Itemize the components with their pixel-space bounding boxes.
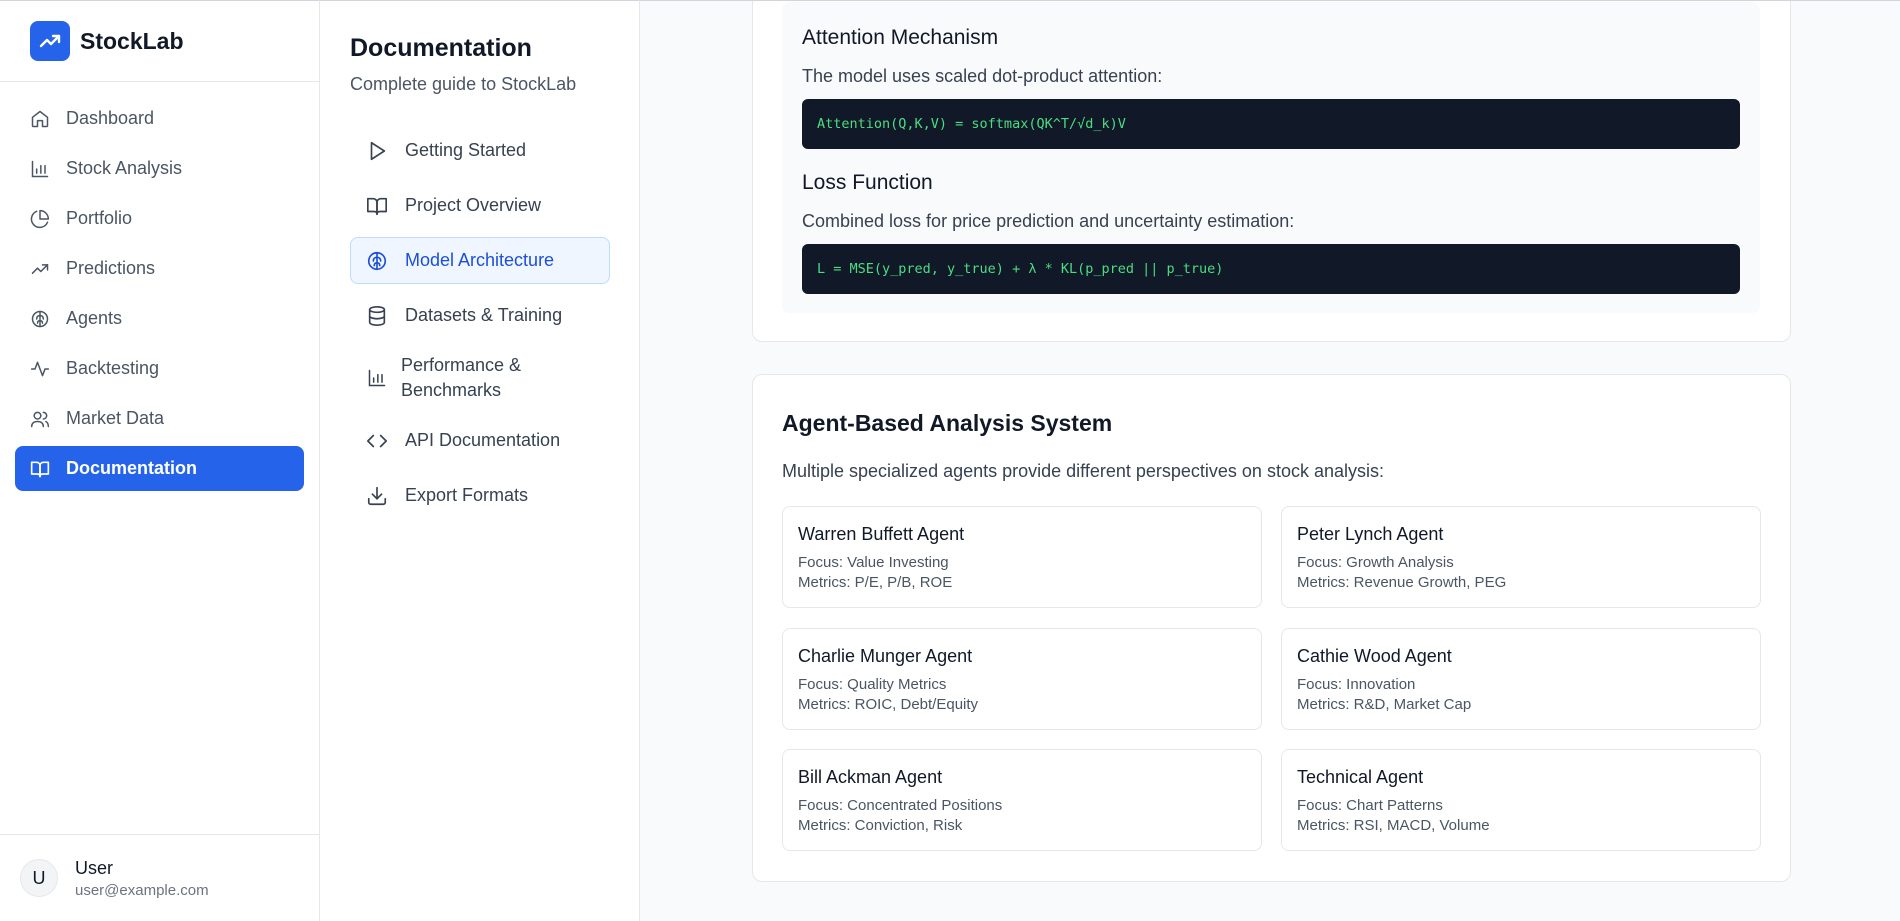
agent-metrics: Metrics: R&D, Market Cap — [1297, 696, 1472, 713]
nav-item-label: Predictions — [66, 258, 156, 278]
loss-title: Loss Function — [802, 171, 933, 194]
docs-title: Documentation — [350, 34, 532, 62]
user-profile[interactable]: U User user@example.com — [0, 834, 319, 921]
attention-title: Attention Mechanism — [802, 26, 999, 49]
agents-card: Agent-Based Analysis System Multiple spe… — [752, 374, 1791, 882]
agent-name: Technical Agent — [1297, 767, 1424, 787]
docs-subtitle: Complete guide to StockLab — [350, 74, 577, 94]
doc-item-label: Export Formats — [405, 485, 529, 505]
user-email: user@example.com — [75, 881, 209, 899]
agent-focus: Focus: Growth Analysis — [1297, 554, 1454, 571]
nav-item-label: Dashboard — [66, 108, 155, 128]
bar-chart-icon — [365, 366, 389, 390]
nav-item-backtesting[interactable]: Backtesting — [15, 346, 304, 391]
agent-metrics: Metrics: RSI, MACD, Volume — [1297, 817, 1490, 834]
nav-item-label: Portfolio — [66, 208, 133, 228]
download-icon — [365, 484, 389, 508]
agent-name: Warren Buffett Agent — [798, 524, 965, 544]
agent-name: Bill Ackman Agent — [798, 767, 943, 787]
doc-item-getting-started[interactable]: Getting Started — [350, 127, 610, 174]
trending-up-logo-icon — [30, 21, 70, 61]
book-icon — [29, 458, 51, 480]
book-open-icon — [365, 194, 389, 218]
agent-card-technical[interactable]: Technical Agent Focus: Chart Patterns Me… — [1281, 749, 1761, 851]
pie-chart-icon — [29, 208, 51, 230]
avatar: U — [20, 859, 58, 897]
user-name: User — [75, 857, 114, 878]
agent-metrics: Metrics: ROIC, Debt/Equity — [798, 696, 979, 713]
agent-card-peter-lynch[interactable]: Peter Lynch Agent Focus: Growth Analysis… — [1281, 506, 1761, 608]
agent-name: Cathie Wood Agent — [1297, 646, 1452, 666]
doc-item-label: Datasets & Training — [405, 305, 563, 325]
formulas-box: Attention Mechanism The model uses scale… — [782, 2, 1760, 313]
nav-item-market-data[interactable]: Market Data — [15, 396, 304, 441]
docs-sidebar: Documentation Complete guide to StockLab… — [320, 0, 640, 921]
bar-chart-icon — [29, 158, 51, 180]
main-content: Attention Mechanism The model uses scale… — [640, 0, 1900, 921]
nav-item-label: Market Data — [66, 408, 165, 428]
nav-item-documentation[interactable]: Documentation — [15, 446, 304, 491]
attention-code-block: Attention(Q,K,V) = softmax(QK^T/√d_k)V — [802, 99, 1740, 149]
agent-focus: Focus: Chart Patterns — [1297, 797, 1443, 814]
nav-item-agents[interactable]: Agents — [15, 296, 304, 341]
nav-item-predictions[interactable]: Predictions — [15, 246, 304, 291]
doc-item-datasets-training[interactable]: Datasets & Training — [350, 292, 610, 339]
loss-text: Combined loss for price prediction and u… — [802, 211, 1295, 231]
doc-item-model-architecture[interactable]: Model Architecture — [350, 237, 610, 284]
agent-card-cathie-wood[interactable]: Cathie Wood Agent Focus: Innovation Metr… — [1281, 628, 1761, 730]
agent-metrics: Metrics: Revenue Growth, PEG — [1297, 574, 1507, 591]
agent-focus: Focus: Concentrated Positions — [798, 797, 1003, 814]
nav-item-label: Agents — [66, 308, 123, 328]
docs-nav: Getting Started Project Overview Model A… — [350, 127, 610, 527]
brand-name: StockLab — [80, 27, 184, 54]
doc-item-performance-benchmarks[interactable]: Performance & Benchmarks — [350, 347, 610, 409]
agent-metrics: Metrics: Conviction, Risk — [798, 817, 963, 834]
nav-item-stock-analysis[interactable]: Stock Analysis — [15, 146, 304, 191]
nav-item-label: Stock Analysis — [66, 158, 183, 178]
doc-item-label: Model Architecture — [405, 250, 555, 270]
agent-card-warren-buffett[interactable]: Warren Buffett Agent Focus: Value Invest… — [782, 506, 1262, 608]
agent-metrics: Metrics: P/E, P/B, ROE — [798, 574, 953, 591]
doc-item-export-formats[interactable]: Export Formats — [350, 472, 610, 519]
activity-icon — [29, 358, 51, 380]
doc-item-label: Getting Started — [405, 140, 527, 160]
play-icon — [365, 139, 389, 163]
agent-card-charlie-munger[interactable]: Charlie Munger Agent Focus: Quality Metr… — [782, 628, 1262, 730]
code-icon — [365, 429, 389, 453]
attention-text: The model uses scaled dot-product attent… — [802, 66, 1163, 86]
home-icon — [29, 108, 51, 130]
agent-name: Charlie Munger Agent — [798, 646, 973, 666]
doc-item-label: Performance & Benchmarks — [401, 355, 522, 400]
doc-item-label: Project Overview — [405, 195, 542, 215]
doc-item-label: API Documentation — [405, 430, 561, 450]
nav-item-label: Documentation — [66, 458, 198, 478]
users-icon — [29, 408, 51, 430]
brain-icon — [365, 249, 389, 273]
model-architecture-card: Attention Mechanism The model uses scale… — [752, 1, 1791, 342]
agent-focus: Focus: Quality Metrics — [798, 676, 947, 693]
agent-focus: Focus: Value Investing — [798, 554, 949, 571]
agent-focus: Focus: Innovation — [1297, 676, 1416, 693]
loss-code-block: L = MSE(y_pred, y_true) + λ * KL(p_pred … — [802, 244, 1740, 294]
trending-up-icon — [29, 258, 51, 280]
brain-icon — [29, 308, 51, 330]
agents-description: Multiple specialized agents provide diff… — [782, 461, 1384, 481]
nav-item-label: Backtesting — [66, 358, 160, 378]
main-nav: Dashboard Stock Analysis Portfolio Predi… — [0, 82, 319, 491]
nav-item-dashboard[interactable]: Dashboard — [15, 96, 304, 141]
agent-name: Peter Lynch Agent — [1297, 524, 1444, 544]
agents-title: Agent-Based Analysis System — [782, 410, 1113, 436]
nav-item-portfolio[interactable]: Portfolio — [15, 196, 304, 241]
brand[interactable]: StockLab — [0, 1, 319, 82]
doc-item-project-overview[interactable]: Project Overview — [350, 182, 610, 229]
database-icon — [365, 304, 389, 328]
agent-card-bill-ackman[interactable]: Bill Ackman Agent Focus: Concentrated Po… — [782, 749, 1262, 851]
app-sidebar: StockLab Dashboard Stock Analysis Portfo… — [0, 0, 320, 921]
doc-item-api-documentation[interactable]: API Documentation — [350, 417, 610, 464]
